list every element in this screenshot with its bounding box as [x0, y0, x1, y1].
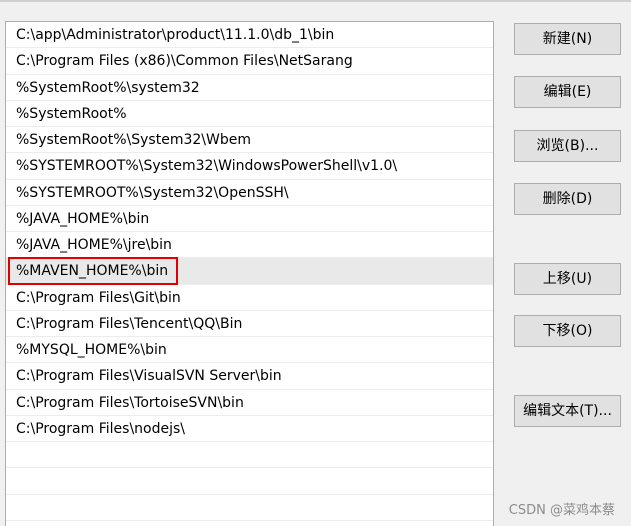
watermark: CSDN @菜鸡本蔡: [508, 503, 615, 518]
list-item-empty[interactable]: [6, 495, 493, 521]
list-item-text: C:\app\Administrator\product\11.1.0\db_1…: [16, 27, 335, 43]
list-item-empty[interactable]: [6, 468, 493, 495]
list-item-text: %JAVA_HOME%\jre\bin: [16, 237, 172, 253]
move-down-button[interactable]: 下移(O): [514, 315, 621, 347]
delete-button[interactable]: 删除(D): [514, 183, 621, 215]
list-item-text: C:\Program Files\nodejs\: [16, 420, 186, 437]
list-item[interactable]: %SYSTEMROOT%\System32\WindowsPowerShell\…: [6, 153, 493, 180]
list-item-text: %SystemRoot%\system32: [16, 79, 200, 96]
list-item[interactable]: C:\Program Files\TortoiseSVN\bin: [6, 390, 493, 416]
list-item[interactable]: C:\app\Administrator\product\11.1.0\db_1…: [6, 22, 493, 49]
edit-button[interactable]: 编辑(E): [514, 76, 621, 108]
list-item-text: %SYSTEMROOT%\System32\WindowsPowerShell\…: [16, 158, 398, 175]
list-item-text: C:\Program Files\Tencent\QQ\Bin: [16, 315, 243, 332]
list-item-text-highlighted: %MAVEN_HOME%\bin: [7, 257, 179, 286]
list-item-selected[interactable]: %MAVEN_HOME%\bin: [6, 257, 493, 286]
move-up-button[interactable]: 上移(U): [514, 263, 621, 295]
list-item[interactable]: C:\Program Files (x86)\Common Files\NetS…: [6, 48, 493, 75]
list-item-text: %SYSTEMROOT%\System32\OpenSSH\: [16, 184, 289, 201]
list-item[interactable]: C:\Program Files\Git\bin: [6, 285, 493, 311]
list-item[interactable]: %JAVA_HOME%\jre\bin: [6, 232, 493, 259]
list-item-text: C:\Program Files\TortoiseSVN\bin: [16, 394, 244, 411]
list-item[interactable]: C:\Program Files\nodejs\: [6, 416, 493, 442]
list-item[interactable]: C:\Program Files\Tencent\QQ\Bin: [6, 311, 493, 337]
list-item-empty[interactable]: [6, 442, 493, 469]
browse-button[interactable]: 浏览(B)...: [514, 130, 621, 162]
edit-text-button[interactable]: 编辑文本(T)...: [514, 395, 621, 427]
list-item[interactable]: C:\Program Files\VisualSVN Server\bin: [6, 363, 493, 390]
path-list[interactable]: C:\app\Administrator\product\11.1.0\db_1…: [5, 21, 494, 526]
list-item-text: C:\Program Files\Git\bin: [16, 289, 181, 306]
list-item-text: C:\Program Files\VisualSVN Server\bin: [16, 368, 282, 385]
list-item[interactable]: %MYSQL_HOME%\bin: [6, 337, 493, 364]
list-item[interactable]: %SystemRoot%\System32\Wbem: [6, 127, 493, 154]
list-item[interactable]: %SYSTEMROOT%\System32\OpenSSH\: [6, 180, 493, 206]
list-item[interactable]: %JAVA_HOME%\bin: [6, 206, 493, 232]
new-button[interactable]: 新建(N): [514, 23, 621, 55]
list-item-text: C:\Program Files (x86)\Common Files\NetS…: [16, 53, 353, 70]
list-item-text: %SystemRoot%\System32\Wbem: [16, 132, 251, 148]
list-item-text: %JAVA_HOME%\bin: [16, 210, 150, 227]
list-item[interactable]: %SystemRoot%\system32: [6, 75, 493, 101]
list-item-text: %MYSQL_HOME%\bin: [16, 342, 167, 358]
window-top-border: [0, 0, 631, 2]
list-item-text: %SystemRoot%: [16, 105, 127, 122]
list-item[interactable]: %SystemRoot%: [6, 101, 493, 127]
